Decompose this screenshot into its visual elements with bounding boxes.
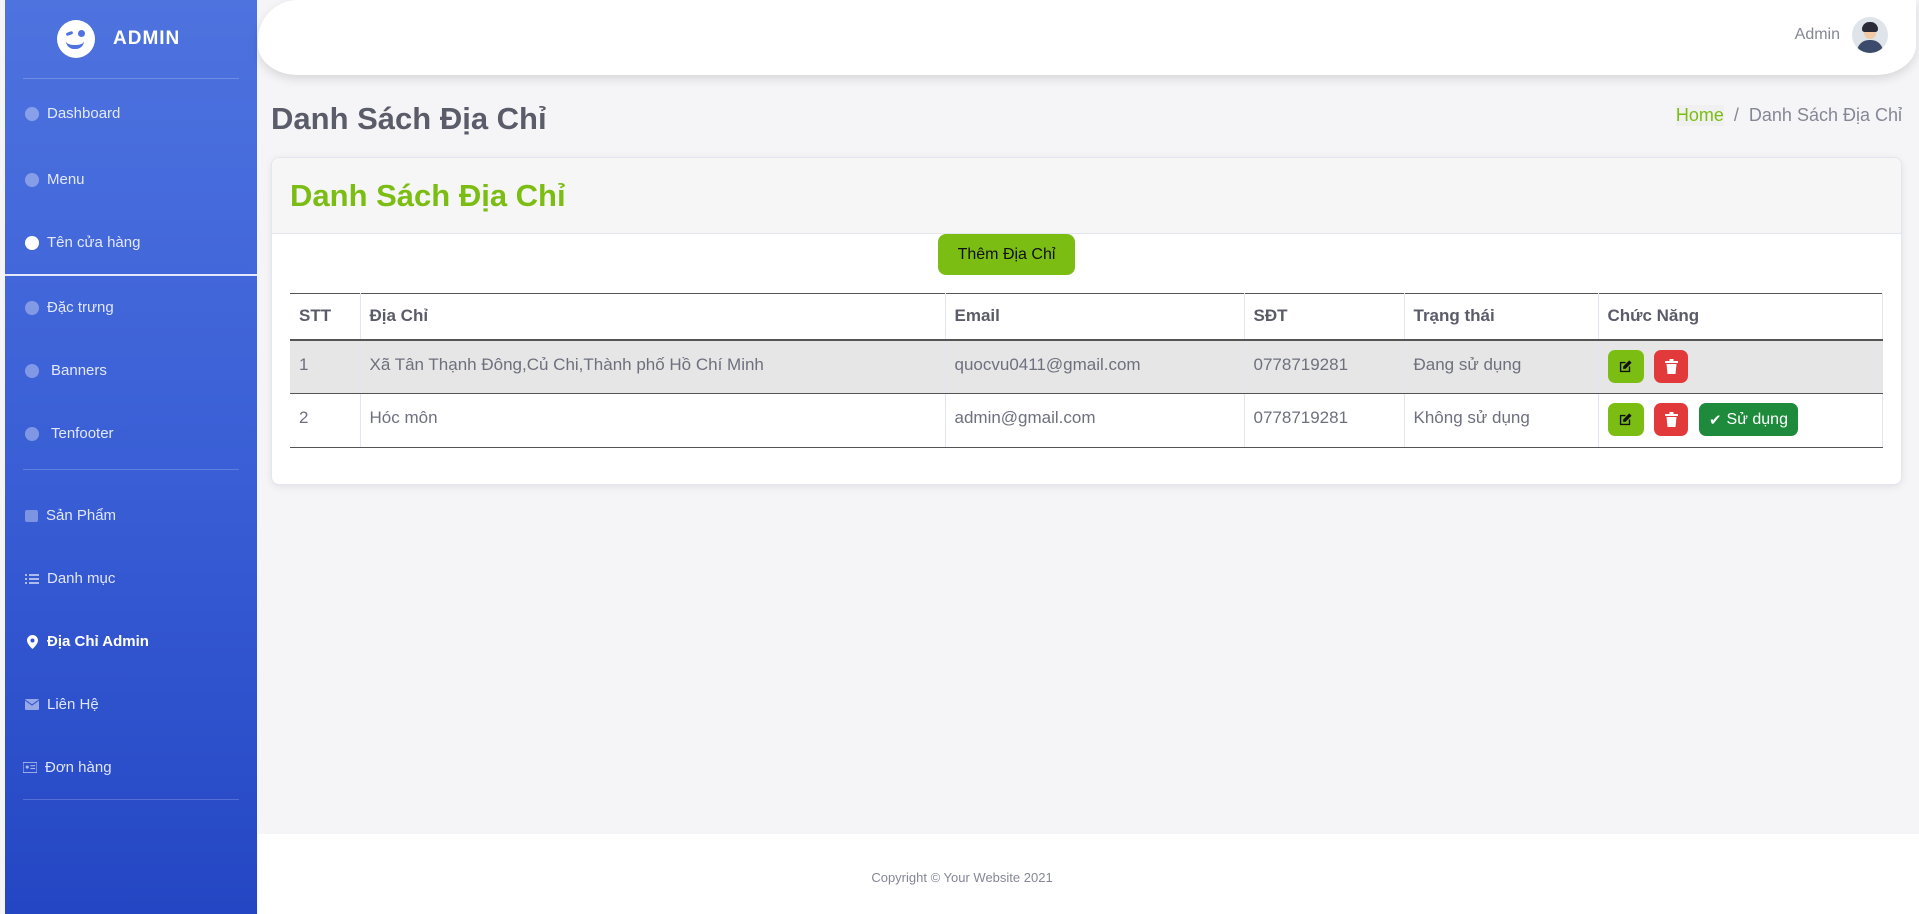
cell-actions <box>1598 339 1883 394</box>
add-address-button[interactable]: Thêm Địa Chỉ <box>938 234 1075 275</box>
sidebar-item-label: Đặc trưng <box>47 299 114 316</box>
sidebar-item-banners[interactable]: Banners <box>5 339 257 402</box>
brand[interactable]: ADMIN <box>5 0 257 78</box>
card-title: Danh Sách Địa Chỉ <box>290 177 566 213</box>
edit-icon <box>1619 359 1632 372</box>
sidebar-item-label: Sản Phẩm <box>46 507 117 524</box>
breadcrumb-home-link[interactable]: Home <box>1675 105 1724 126</box>
trash-icon <box>1664 412 1678 427</box>
sidebar-item-label: Dashboard <box>47 105 121 122</box>
cell-status: Đang sử dụng <box>1404 339 1599 394</box>
sidebar-item-admin-address[interactable]: Địa Chỉ Admin <box>5 610 257 673</box>
topbar: Admin <box>258 0 1916 75</box>
page-title: Danh Sách Địa Chỉ <box>271 101 547 136</box>
sidebar-item-label: Menu <box>47 171 85 188</box>
check-icon: ✔ <box>1708 411 1722 429</box>
footer: Copyright © Your Website 2021 <box>258 834 1919 914</box>
brand-text: ADMIN <box>113 28 181 49</box>
avatar[interactable] <box>1852 17 1888 53</box>
sidebar-item-label: Danh mục <box>47 570 116 587</box>
sidebar-item-menu[interactable]: Menu <box>5 148 257 211</box>
cell-stt: 2 <box>290 393 361 448</box>
sidebar-item-categories[interactable]: Danh mục <box>5 547 257 610</box>
delete-button[interactable] <box>1654 349 1689 383</box>
table-row: 1 Xã Tân Thạnh Đông,Củ Chi,Thành phố Hồ … <box>290 339 1883 394</box>
sidebar-item-orders[interactable]: Đơn hàng <box>5 736 257 799</box>
gauge-icon <box>25 300 39 315</box>
sidebar-item-products[interactable]: Sản Phẩm <box>5 484 257 547</box>
sidebar: ADMIN Dashboard Menu Tên cửa hàng Đặc tr… <box>5 0 257 914</box>
sidebar-item-label: Địa Chỉ Admin <box>47 633 149 650</box>
sidebar-item-label: Liên Hệ <box>47 696 99 713</box>
sidebar-divider <box>23 469 239 470</box>
card-header: Danh Sách Địa Chỉ <box>272 158 1901 234</box>
column-header-status: Trạng thái <box>1404 293 1599 341</box>
map-pin-icon <box>25 634 39 649</box>
user-menu[interactable]: Admin <box>1795 17 1888 53</box>
address-list-card: Danh Sách Địa Chỉ Thêm Địa Chỉ STT Địa C… <box>271 157 1902 485</box>
use-address-label: Sử dụng <box>1726 410 1788 428</box>
wink-smiley-logo-icon <box>57 20 95 58</box>
edit-icon <box>1619 413 1632 426</box>
sidebar-item-contact[interactable]: Liên Hệ <box>5 673 257 736</box>
user-name: Admin <box>1794 26 1840 43</box>
envelope-icon <box>25 698 39 712</box>
list-icon <box>25 572 39 586</box>
sidebar-item-label: Tenfooter <box>51 425 114 442</box>
gauge-icon <box>25 172 39 187</box>
breadcrumb: Home / Danh Sách Địa Chỉ <box>1675 105 1902 126</box>
address-table: STT Địa Chỉ Email SĐT Trạng thái Chức Nă… <box>290 293 1883 448</box>
cell-phone: 0778719281 <box>1244 339 1405 394</box>
cell-actions: ✔ Sử dụng <box>1598 393 1883 448</box>
column-header-phone: SĐT <box>1244 293 1405 341</box>
sidebar-item-label: Banners <box>51 362 107 379</box>
gauge-icon <box>25 106 39 121</box>
column-header-address: Địa Chỉ <box>360 293 946 341</box>
sidebar-item-features[interactable]: Đặc trưng <box>5 276 257 339</box>
table-row: 2 Hóc môn admin@gmail.com 0778719281 Khô… <box>290 393 1883 448</box>
sidebar-divider <box>23 799 239 800</box>
column-header-email: Email <box>945 293 1245 341</box>
cell-status: Không sử dụng <box>1404 393 1599 448</box>
sidebar-item-dashboard[interactable]: Dashboard <box>5 79 257 148</box>
gauge-icon <box>25 426 39 441</box>
trash-icon <box>1664 358 1678 374</box>
palette-icon <box>25 235 39 250</box>
calendar-icon <box>25 509 38 522</box>
delete-button[interactable] <box>1654 403 1689 436</box>
copyright-text: Copyright © Your Website 2021 <box>871 870 1053 885</box>
cell-address: Hóc môn <box>360 393 946 448</box>
sidebar-item-store-name[interactable]: Tên cửa hàng <box>5 211 257 274</box>
use-address-button[interactable]: ✔ Sử dụng <box>1698 403 1798 436</box>
column-header-actions: Chức Năng <box>1598 293 1883 341</box>
table-header-row: STT Địa Chỉ Email SĐT Trạng thái Chức Nă… <box>290 293 1883 341</box>
cell-stt: 1 <box>290 339 361 394</box>
cell-email: quocvu0411@gmail.com <box>945 339 1245 394</box>
id-card-icon <box>23 761 37 775</box>
sidebar-item-tenfooter[interactable]: Tenfooter <box>5 402 257 465</box>
edit-button[interactable] <box>1607 349 1644 383</box>
sidebar-item-label: Đơn hàng <box>45 759 112 776</box>
column-header-stt: STT <box>290 293 361 341</box>
sidebar-item-label: Tên cửa hàng <box>47 234 141 251</box>
gauge-icon <box>25 363 39 378</box>
breadcrumb-current: Danh Sách Địa Chỉ <box>1748 105 1902 125</box>
cell-address: Xã Tân Thạnh Đông,Củ Chi,Thành phố Hồ Ch… <box>360 339 946 394</box>
cell-email: admin@gmail.com <box>945 393 1245 448</box>
cell-phone: 0778719281 <box>1244 393 1405 448</box>
edit-button[interactable] <box>1607 403 1644 436</box>
breadcrumb-separator: / <box>1733 105 1739 125</box>
